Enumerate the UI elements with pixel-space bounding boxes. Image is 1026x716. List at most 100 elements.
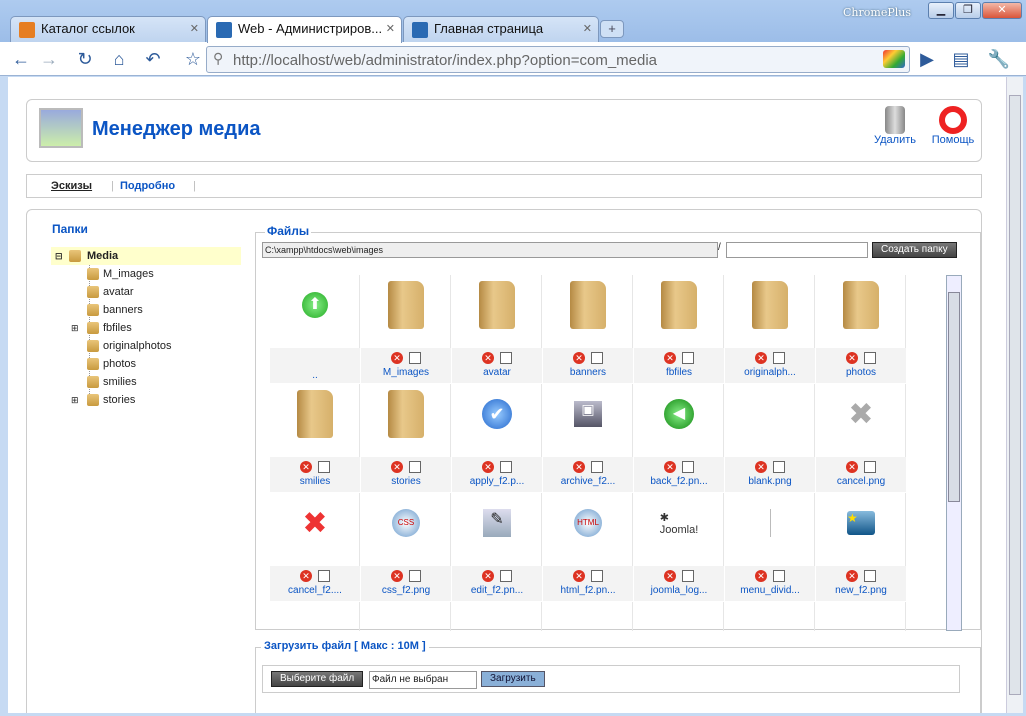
file-cell[interactable]: ◀ ✕ back_f2.pn...: [634, 384, 724, 492]
forward-icon[interactable]: →: [36, 47, 62, 71]
tab-home[interactable]: Главная страница ✕: [403, 16, 599, 42]
create-folder-button[interactable]: Создать папку: [872, 242, 957, 258]
file-cell[interactable]: ✖ ✕ cancel.png: [816, 384, 906, 492]
delete-icon[interactable]: ✕: [664, 352, 676, 364]
delete-icon[interactable]: ✕: [755, 461, 767, 473]
select-checkbox[interactable]: [682, 352, 694, 364]
tab-links-catalog[interactable]: Каталог ссылок ✕: [10, 16, 206, 42]
file-name[interactable]: menu_divid...: [725, 585, 815, 596]
file-cell[interactable]: ✕ stories: [361, 384, 451, 492]
file-cell[interactable]: ✔ ✕ apply_f2.p...: [452, 384, 542, 492]
delete-icon[interactable]: ✕: [573, 570, 585, 582]
file-cell[interactable]: ✕ banners: [543, 275, 633, 383]
file-name[interactable]: cancel_f2....: [270, 585, 360, 596]
delete-icon[interactable]: ✕: [664, 461, 676, 473]
grid-scrollbar[interactable]: [946, 275, 962, 631]
file-name[interactable]: originalph...: [725, 367, 815, 378]
go-icon[interactable]: ▶: [914, 47, 940, 71]
tree-item[interactable]: smilies: [51, 373, 241, 391]
extension-icon[interactable]: [883, 50, 905, 68]
file-cell[interactable]: ⬆..: [270, 275, 360, 383]
delete-icon[interactable]: ✕: [482, 352, 494, 364]
file-cell[interactable]: ✕ smilies: [270, 384, 360, 492]
file-cell[interactable]: ★ ✕ new_f2.png: [816, 493, 906, 601]
delete-icon[interactable]: ✕: [391, 570, 403, 582]
file-cell-partial[interactable]: [725, 602, 815, 631]
file-name[interactable]: avatar: [452, 367, 542, 378]
undo-icon[interactable]: ↶: [140, 47, 166, 71]
delete-icon[interactable]: ✕: [573, 461, 585, 473]
delete-icon[interactable]: ✕: [482, 461, 494, 473]
tree-item[interactable]: M_images: [51, 265, 241, 283]
file-name[interactable]: ..: [270, 370, 360, 381]
file-cell[interactable]: ✎ ✕ edit_f2.pn...: [452, 493, 542, 601]
page-menu-icon[interactable]: ▤: [946, 47, 976, 71]
tree-item[interactable]: banners: [51, 301, 241, 319]
file-name[interactable]: blank.png: [725, 476, 815, 487]
select-checkbox[interactable]: [864, 461, 876, 473]
close-icon[interactable]: ✕: [386, 22, 395, 35]
file-name[interactable]: M_images: [361, 367, 451, 378]
tree-item[interactable]: ⊞ fbfiles: [51, 319, 241, 337]
file-name[interactable]: edit_f2.pn...: [452, 585, 542, 596]
maximize-button[interactable]: ❐: [955, 2, 981, 19]
file-name[interactable]: html_f2.pn...: [543, 585, 633, 596]
delete-button[interactable]: Удалить: [871, 106, 919, 146]
select-checkbox[interactable]: [773, 570, 785, 582]
file-cell[interactable]: ✕ originalph...: [725, 275, 815, 383]
file-name[interactable]: archive_f2...: [543, 476, 633, 487]
close-icon[interactable]: ✕: [190, 22, 199, 35]
select-checkbox[interactable]: [591, 570, 603, 582]
expand-icon[interactable]: ⊞: [71, 391, 79, 409]
file-cell[interactable]: ✕ fbfiles: [634, 275, 724, 383]
delete-icon[interactable]: ✕: [391, 352, 403, 364]
delete-icon[interactable]: ✕: [300, 570, 312, 582]
select-checkbox[interactable]: [409, 461, 421, 473]
select-checkbox[interactable]: [318, 570, 330, 582]
tree-item[interactable]: originalphotos: [51, 337, 241, 355]
file-name[interactable]: cancel.png: [816, 476, 906, 487]
tab-details[interactable]: Подробно: [120, 180, 175, 192]
delete-icon[interactable]: ✕: [482, 570, 494, 582]
page-scrollbar[interactable]: [1006, 77, 1023, 713]
file-cell[interactable]: ✖ ✕ cancel_f2....: [270, 493, 360, 601]
delete-icon[interactable]: ✕: [573, 352, 585, 364]
tab-thumbs[interactable]: Эскизы: [51, 180, 92, 192]
close-icon[interactable]: ✕: [583, 22, 592, 35]
file-name[interactable]: banners: [543, 367, 633, 378]
file-cell-partial[interactable]: [361, 602, 451, 631]
delete-icon[interactable]: ✕: [755, 570, 767, 582]
select-checkbox[interactable]: [864, 570, 876, 582]
scroll-thumb[interactable]: [1009, 95, 1021, 695]
file-cell[interactable]: ✕ M_images: [361, 275, 451, 383]
file-name[interactable]: joomla_log...: [634, 585, 724, 596]
file-cell[interactable]: ✱ Joomla! ✕ joomla_log...: [634, 493, 724, 601]
file-name[interactable]: photos: [816, 367, 906, 378]
upload-button[interactable]: Загрузить: [481, 671, 545, 687]
file-name[interactable]: back_f2.pn...: [634, 476, 724, 487]
collapse-icon[interactable]: ⊟: [55, 247, 63, 265]
file-cell-partial[interactable]: [543, 602, 633, 631]
select-checkbox[interactable]: [318, 461, 330, 473]
select-checkbox[interactable]: [864, 352, 876, 364]
select-checkbox[interactable]: [682, 570, 694, 582]
reload-icon[interactable]: ↻: [72, 47, 98, 71]
choose-file-button[interactable]: Выберите файл: [271, 671, 364, 687]
tree-item[interactable]: avatar: [51, 283, 241, 301]
select-checkbox[interactable]: [773, 461, 785, 473]
file-name[interactable]: apply_f2.p...: [452, 476, 542, 487]
file-name[interactable]: stories: [361, 476, 451, 487]
file-name[interactable]: new_f2.png: [816, 585, 906, 596]
close-window-button[interactable]: ✕: [982, 2, 1022, 19]
expand-icon[interactable]: ⊞: [71, 319, 79, 337]
file-cell[interactable]: ✕ avatar: [452, 275, 542, 383]
tab-admin[interactable]: Web - Администриров... ✕: [207, 16, 402, 43]
wrench-icon[interactable]: 🔧: [984, 47, 1014, 71]
file-cell-partial[interactable]: [816, 602, 906, 631]
delete-icon[interactable]: ✕: [846, 461, 858, 473]
minimize-button[interactable]: ▁: [928, 2, 954, 19]
delete-icon[interactable]: ✕: [846, 570, 858, 582]
select-checkbox[interactable]: [409, 570, 421, 582]
select-checkbox[interactable]: [500, 461, 512, 473]
new-tab-button[interactable]: +: [600, 20, 624, 38]
